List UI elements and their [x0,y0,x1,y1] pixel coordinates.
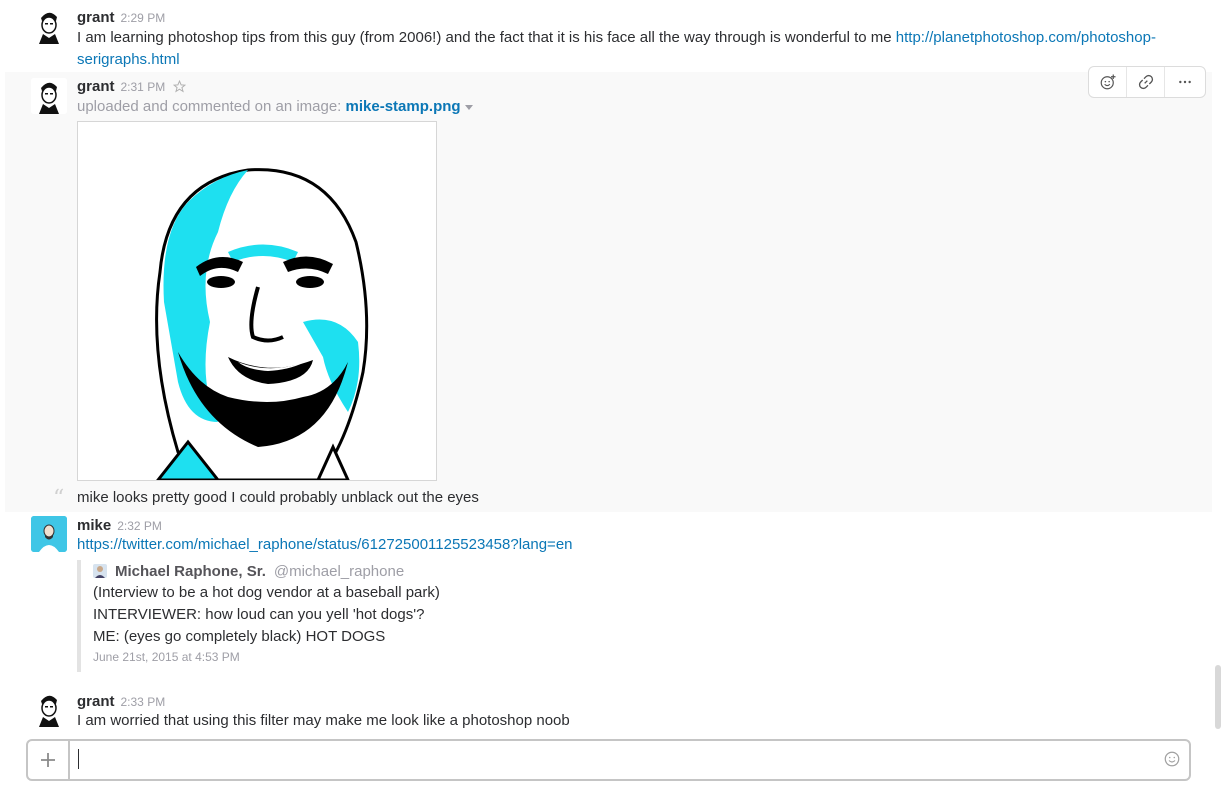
message-actions [1088,66,1206,98]
upload-line: uploaded and commented on an image: mike… [77,96,473,118]
quote-icon: “ [53,486,65,511]
tweet-date[interactable]: June 21st, 2015 at 4:53 PM [93,650,693,664]
message-input[interactable] [76,745,1150,775]
file-name-link[interactable]: mike-stamp.png [346,98,461,115]
message-grant-4: grant 2:33 PM I am worried that using thi… [0,688,1212,736]
plus-icon[interactable] [28,741,70,779]
timestamp[interactable]: 2:32 PM [117,519,162,533]
more-actions-icon[interactable] [1165,67,1205,97]
avatar-grant[interactable] [31,8,67,44]
add-reaction-icon[interactable] [1089,67,1127,97]
message-link-cont[interactable]: serigraphs.html [77,51,180,68]
tweet-author-avatar[interactable] [93,564,107,578]
scrollbar-thumb[interactable] [1215,665,1221,729]
tweet-author-handle[interactable]: @michael_raphone [274,563,404,580]
message-composer [26,739,1191,781]
author-name[interactable]: mike [77,517,111,534]
message-text: I am learning photoshop tips from this g… [77,29,1156,68]
author-name[interactable]: grant [77,9,115,26]
message-grant-1: grant 2:29 PM I am learning photoshop tip… [0,0,1212,72]
message-mike: mike 2:32 PM https://twitter.com/michael_… [0,512,1212,682]
timestamp[interactable]: 2:29 PM [121,11,166,25]
upload-prefix: uploaded and commented on an image: [77,98,342,115]
link-icon[interactable] [1127,67,1165,97]
emoji-icon[interactable] [1163,750,1181,773]
tweet-line: INTERVIEWER: how loud can you yell 'hot … [93,606,425,623]
tweet-line: ME: (eyes go completely black) HOT DOGS [93,628,386,645]
message-grant-2: grant 2:31 PM uploaded and commented on a… [5,66,1212,512]
author-name[interactable]: grant [77,693,115,710]
text-cursor [78,749,79,769]
message-link[interactable]: http://planetphotoshop.com/photoshop- [896,29,1156,46]
timestamp[interactable]: 2:31 PM [121,80,166,94]
uploaded-image[interactable] [77,121,437,481]
avatar-grant[interactable] [31,691,67,727]
timestamp[interactable]: 2:33 PM [121,695,166,709]
avatar-grant[interactable] [31,78,67,114]
star-icon[interactable] [173,80,187,93]
message-text: I am worried that using this filter may … [77,712,570,729]
tweet-author-name[interactable]: Michael Raphone, Sr. [115,563,266,580]
avatar-mike[interactable] [31,516,67,552]
tweet-line: (Interview to be a hot dog vendor at a b… [93,584,440,601]
author-name[interactable]: grant [77,78,115,95]
tweet-url-link[interactable]: https://twitter.com/michael_raphone/stat… [77,536,573,553]
caret-down-icon[interactable] [464,104,473,110]
file-comment: mike looks pretty good I could probably … [77,489,479,506]
tweet-attachment: Michael Raphone, Sr. @michael_raphone (I… [77,560,693,672]
